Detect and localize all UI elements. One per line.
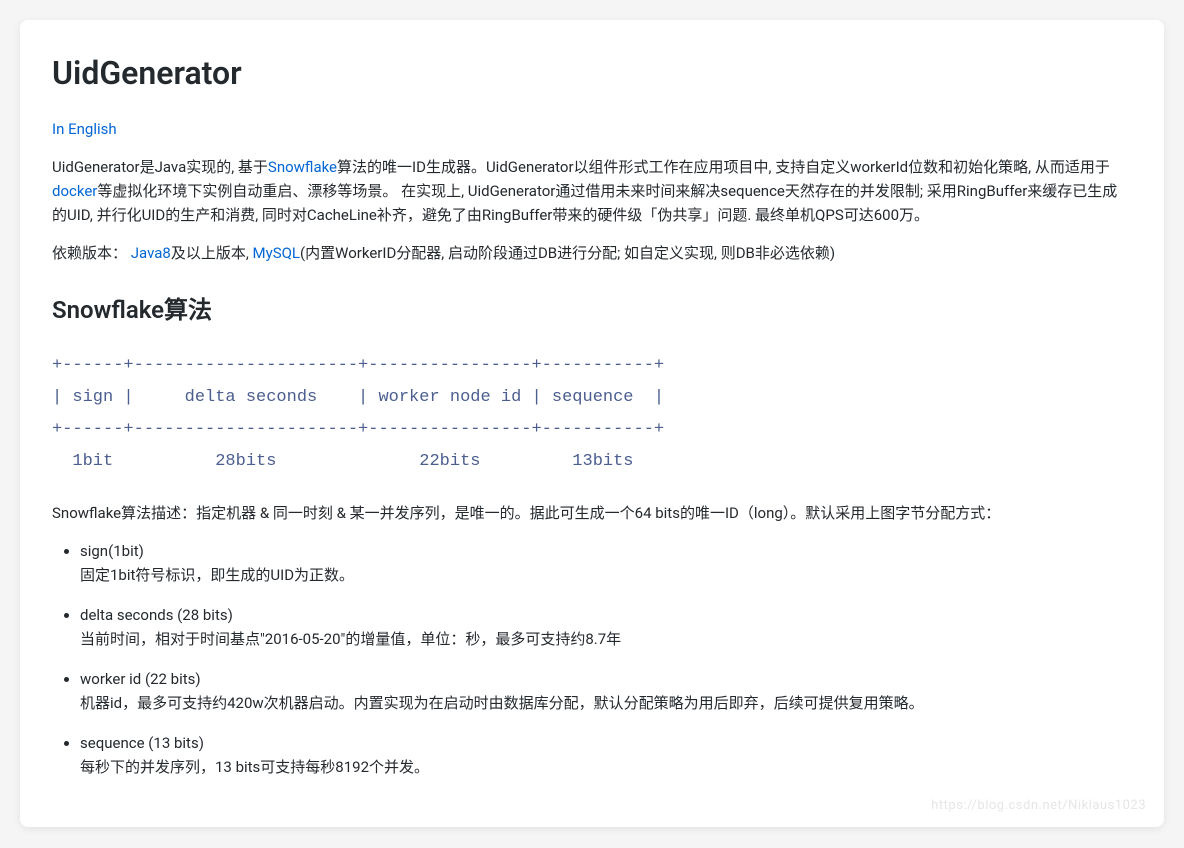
java8-link[interactable]: Java8 (131, 244, 171, 262)
deps-after-java8: 及以上版本, (171, 244, 253, 262)
bit-desc: 每秒下的并发序列，13 bits可支持每秒8192个并发。 (80, 755, 1132, 779)
bit-title: delta seconds (28 bits) (80, 603, 1132, 627)
english-link-row: In English (52, 117, 1132, 141)
deps-after-mysql: (内置WorkerID分配器, 启动阶段通过DB进行分配; 如自定义实现, 则D… (300, 244, 835, 262)
watermark: https://blog.csdn.net/Niklaus1023 (931, 796, 1146, 817)
list-item: worker id (22 bits) 机器id，最多可支持约420w次机器启动… (80, 667, 1132, 715)
bit-title: sign(1bit) (80, 539, 1132, 563)
intro-text-c: 等虚拟化环境下实例自动重启、漂移等场景。 在实现上, UidGenerator通… (52, 182, 1117, 224)
page-title: UidGenerator (52, 48, 1132, 99)
intro-paragraph: UidGenerator是Java实现的, 基于Snowflake算法的唯一ID… (52, 155, 1132, 227)
intro-text-b: 算法的唯一ID生成器。UidGenerator以组件形式工作在应用项目中, 支持… (337, 158, 1110, 176)
list-item: sign(1bit) 固定1bit符号标识，即生成的UID为正数。 (80, 539, 1132, 587)
bit-desc: 当前时间，相对于时间基点"2016-05-20"的增量值，单位：秒，最多可支持约… (80, 627, 1132, 651)
snowflake-link[interactable]: Snowflake (268, 158, 337, 176)
bit-desc: 机器id，最多可支持约420w次机器启动。内置实现为在启动时由数据库分配，默认分… (80, 691, 1132, 715)
list-item: sequence (13 bits) 每秒下的并发序列，13 bits可支持每秒… (80, 731, 1132, 779)
snowflake-bit-diagram: +------+----------------------+---------… (52, 346, 1132, 483)
mysql-link[interactable]: MySQL (253, 244, 301, 262)
section-heading-snowflake: Snowflake算法 (52, 291, 1132, 329)
document-card: UidGenerator In English UidGenerator是Jav… (20, 20, 1164, 827)
bit-desc: 固定1bit符号标识，即生成的UID为正数。 (80, 563, 1132, 587)
in-english-link[interactable]: In English (52, 120, 117, 138)
docker-link[interactable]: docker (52, 182, 97, 200)
list-item: delta seconds (28 bits) 当前时间，相对于时间基点"201… (80, 603, 1132, 651)
bit-title: sequence (13 bits) (80, 731, 1132, 755)
algorithm-description: Snowflake算法描述：指定机器 & 同一时刻 & 某一并发序列，是唯一的。… (52, 501, 1132, 525)
intro-text-a: UidGenerator是Java实现的, 基于 (52, 158, 268, 176)
deps-prefix: 依赖版本： (52, 244, 127, 262)
bit-field-list: sign(1bit) 固定1bit符号标识，即生成的UID为正数。 delta … (52, 539, 1132, 779)
bit-title: worker id (22 bits) (80, 667, 1132, 691)
dependencies-paragraph: 依赖版本： Java8及以上版本, MySQL(内置WorkerID分配器, 启… (52, 241, 1132, 265)
